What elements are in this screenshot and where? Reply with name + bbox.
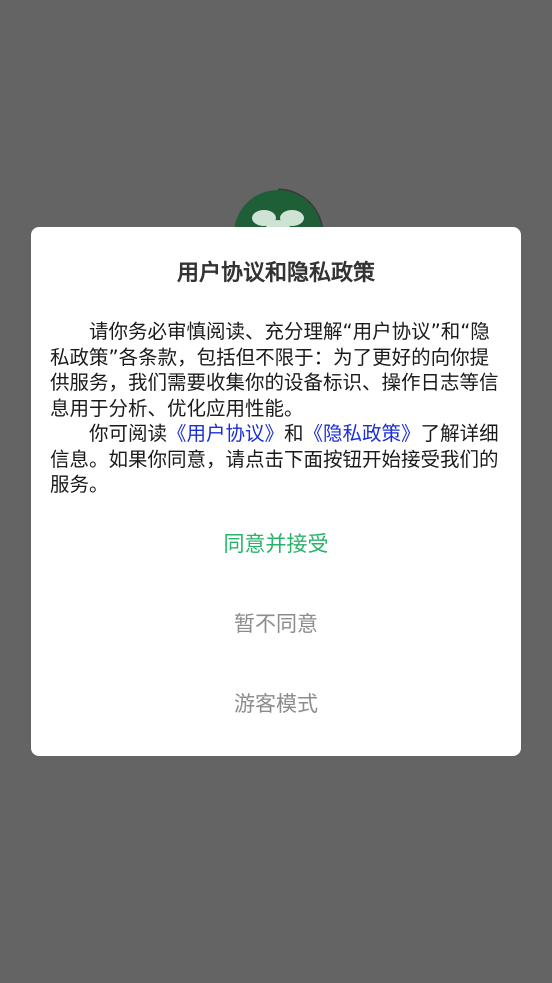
privacy-policy-link[interactable]: 《隐私政策》 xyxy=(304,422,421,445)
privacy-dialog: 用户协议和隐私政策 请你务必审慎阅读、充分理解“用户协议”和“隐私政策”各条款，… xyxy=(31,227,521,756)
guest-mode-button[interactable]: 游客模式 xyxy=(31,689,521,719)
consent-paragraph: 请你务必审慎阅读、充分理解“用户协议”和“隐私政策”各条款，包括但不限于：为了更… xyxy=(50,320,499,420)
agree-button[interactable]: 同意并接受 xyxy=(31,529,521,559)
user-agreement-link[interactable]: 《用户协议》 xyxy=(167,422,284,445)
dialog-title: 用户协议和隐私政策 xyxy=(176,261,375,286)
policy-prefix-text: 你可阅读 xyxy=(89,422,168,445)
dialog-body: 请你务必审慎阅读、充分理解“用户协议”和“隐私政策”各条款，包括但不限于：为了更… xyxy=(50,319,504,498)
policy-mid-text: 和 xyxy=(284,422,304,445)
policy-paragraph: 你可阅读《用户协议》和《隐私政策》了解详细信息。如果你同意，请点击下面按钮开始接… xyxy=(50,421,504,498)
decline-button[interactable]: 暂不同意 xyxy=(31,609,521,639)
